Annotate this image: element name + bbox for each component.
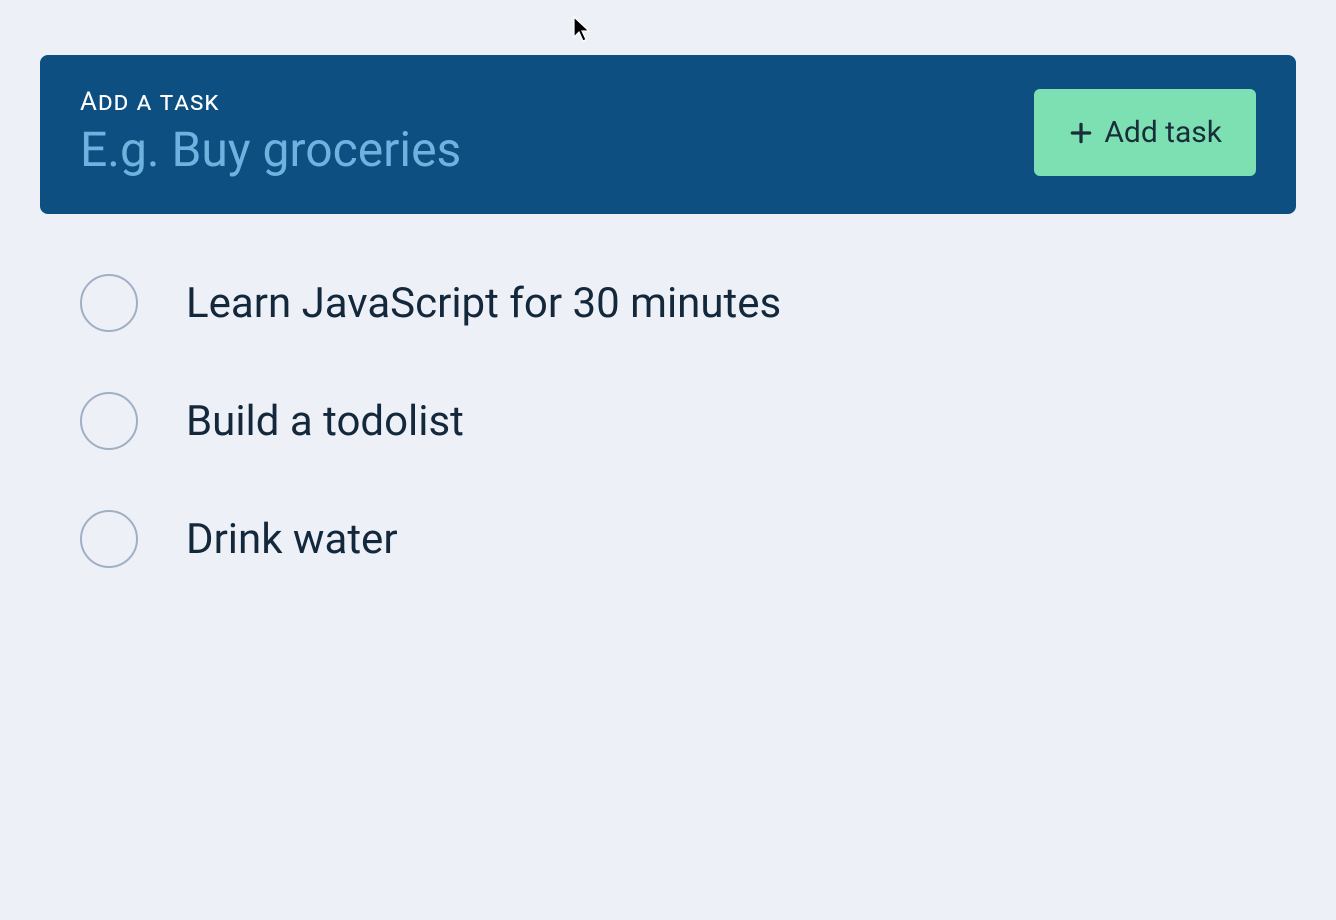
- add-task-label: Add a task: [80, 87, 1034, 117]
- task-item: Build a todolist: [80, 392, 1256, 450]
- task-checkbox[interactable]: [80, 274, 138, 332]
- task-checkbox[interactable]: [80, 392, 138, 450]
- task-item: Drink water: [80, 510, 1256, 568]
- task-item: Learn JavaScript for 30 minutes: [80, 274, 1256, 332]
- add-task-panel: Add a task Add task: [40, 55, 1296, 214]
- task-checkbox[interactable]: [80, 510, 138, 568]
- task-list: Learn JavaScript for 30 minutes Build a …: [40, 214, 1296, 568]
- add-task-button[interactable]: Add task: [1034, 89, 1256, 176]
- task-text: Build a todolist: [186, 397, 464, 446]
- add-task-button-label: Add task: [1104, 115, 1222, 150]
- plus-icon: [1068, 120, 1094, 146]
- cursor-icon: [573, 16, 593, 48]
- task-text: Drink water: [186, 515, 398, 564]
- add-task-input[interactable]: [80, 121, 1034, 178]
- task-text: Learn JavaScript for 30 minutes: [186, 279, 781, 328]
- add-task-left: Add a task: [80, 87, 1034, 178]
